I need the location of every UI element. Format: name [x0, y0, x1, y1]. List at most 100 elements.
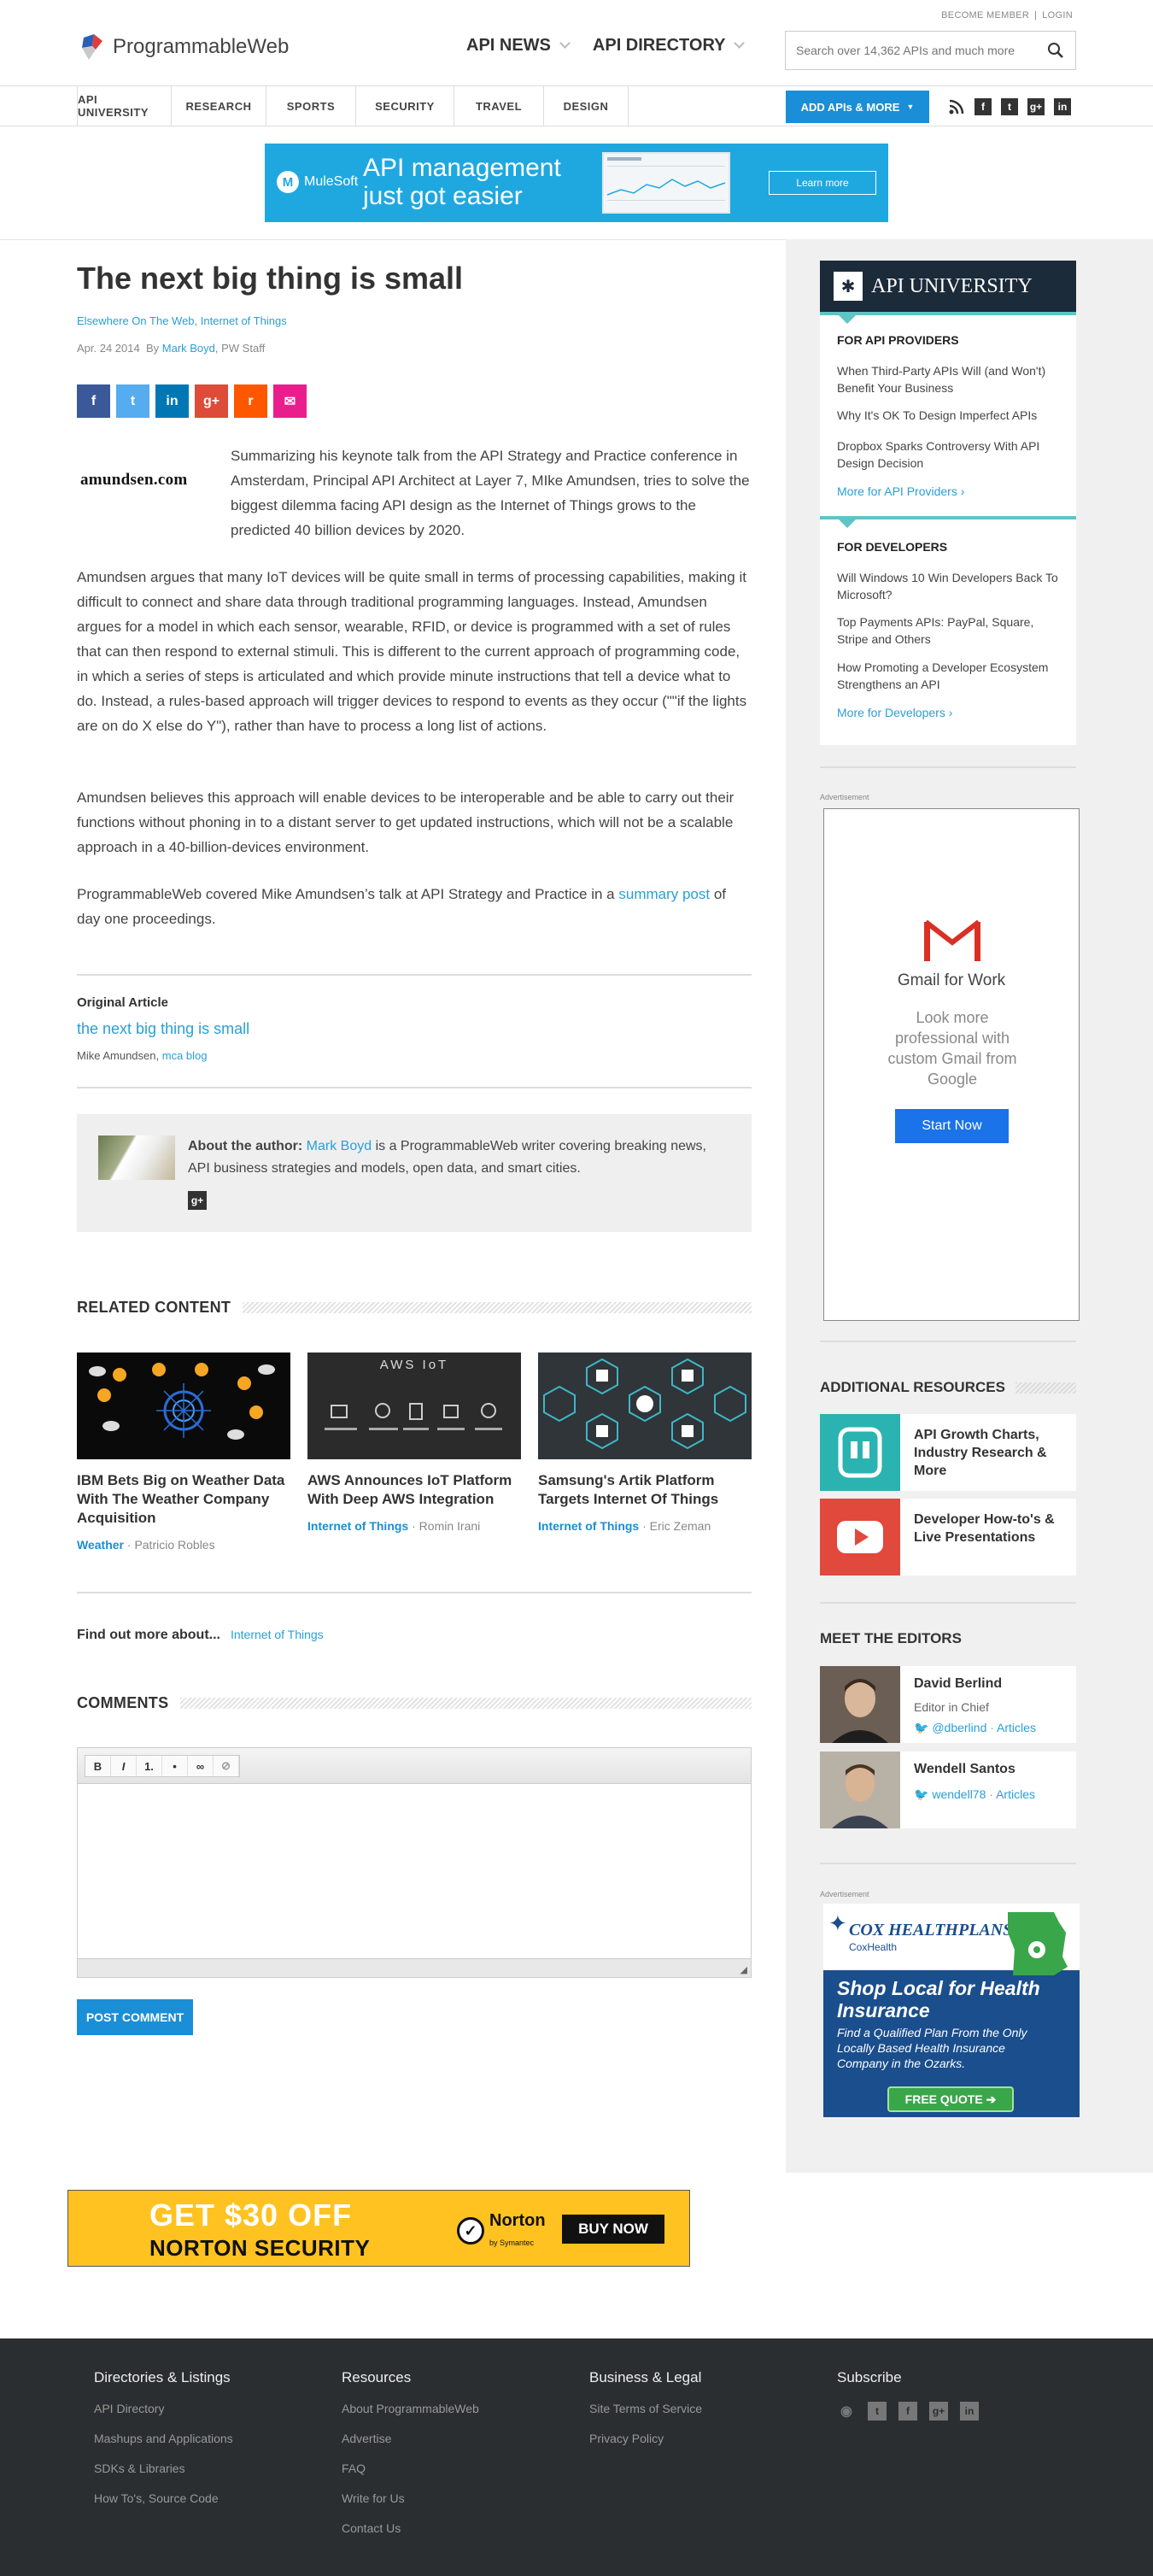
- link-button[interactable]: ∞: [188, 1756, 214, 1776]
- provider-article-link[interactable]: Dropbox Sparks Controversy With API Desi…: [837, 437, 1068, 472]
- related-category[interactable]: Internet of Things: [307, 1519, 408, 1533]
- provider-article-link[interactable]: When Third-Party APIs Will (and Won't) B…: [837, 362, 1068, 396]
- summary-post-link[interactable]: summary post: [618, 886, 710, 902]
- nav-api-news[interactable]: API NEWS: [466, 36, 571, 56]
- category-links[interactable]: Elsewhere On The Web, Internet of Things: [77, 314, 287, 327]
- footer-link[interactable]: Advertise: [342, 2432, 479, 2445]
- footer-link[interactable]: Write for Us: [342, 2491, 479, 2505]
- editor-twitter-link[interactable]: @dberlind: [932, 1721, 986, 1734]
- twitter-icon[interactable]: t: [1001, 98, 1018, 115]
- footer-link[interactable]: Mashups and Applications: [94, 2432, 233, 2445]
- search-input[interactable]: [786, 44, 1033, 57]
- footer-link[interactable]: About ProgrammableWeb: [342, 2402, 479, 2415]
- subnav-design[interactable]: DESIGN: [543, 86, 629, 126]
- subnav-research[interactable]: RESEARCH: [171, 86, 266, 126]
- rss-icon[interactable]: ◉: [837, 2402, 856, 2421]
- facebook-icon[interactable]: f: [898, 2402, 917, 2421]
- twitter-icon[interactable]: t: [868, 2402, 887, 2421]
- related-card[interactable]: IBM Bets Big on Weather Data With The We…: [77, 1353, 290, 1552]
- linkedin-icon[interactable]: in: [960, 2402, 979, 2421]
- norton-product: NORTON SECURITY: [149, 2235, 371, 2261]
- buy-now-button[interactable]: BUY NOW: [562, 2215, 664, 2244]
- post-comment-button[interactable]: POST COMMENT: [77, 1999, 193, 2035]
- developer-article-link[interactable]: Top Payments APIs: PayPal, Square, Strip…: [837, 613, 1068, 648]
- original-article-link[interactable]: the next big thing is small: [77, 1020, 249, 1038]
- subnav-security[interactable]: SECURITY: [355, 86, 454, 126]
- login-link[interactable]: LOGIN: [1042, 10, 1073, 21]
- italic-button[interactable]: I: [111, 1756, 137, 1776]
- become-member-link[interactable]: BECOME MEMBER: [941, 10, 1029, 21]
- footer-link[interactable]: How To's, Source Code: [94, 2491, 233, 2505]
- footer-link[interactable]: Privacy Policy: [589, 2432, 702, 2445]
- learn-more-button[interactable]: Learn more: [769, 171, 876, 195]
- resource-growth-charts[interactable]: API Growth Charts, Industry Research & M…: [820, 1414, 1076, 1491]
- editor-resize-bar[interactable]: ◢: [78, 1958, 751, 1977]
- related-title[interactable]: IBM Bets Big on Weather Data With The We…: [77, 1471, 290, 1528]
- about-author-link[interactable]: Mark Boyd: [307, 1139, 372, 1153]
- free-quote-button[interactable]: FREE QUOTE ➔: [887, 2086, 1014, 2112]
- google-plus-icon[interactable]: g+: [1027, 98, 1045, 115]
- related-title[interactable]: Samsung's Artik Platform Targets Interne…: [538, 1471, 752, 1509]
- banner-headline-2: just got easier: [363, 182, 523, 210]
- related-category[interactable]: Weather: [77, 1538, 124, 1552]
- bullet-list-button[interactable]: •: [162, 1756, 188, 1776]
- editor-articles-link[interactable]: Articles: [996, 1787, 1035, 1801]
- google-plus-icon[interactable]: g+: [929, 2402, 948, 2421]
- providers-heading: FOR API PROVIDERS: [837, 333, 959, 347]
- editor-twitter-link[interactable]: wendell78: [932, 1787, 986, 1801]
- share-email-icon[interactable]: ✉: [273, 384, 307, 418]
- resource-presentations[interactable]: Developer How-to's & Live Presentations: [820, 1499, 1076, 1576]
- nav-api-directory[interactable]: API DIRECTORY: [593, 36, 746, 56]
- footer-link[interactable]: FAQ: [342, 2462, 479, 2475]
- comment-textarea[interactable]: [78, 1785, 751, 1959]
- article-categories[interactable]: Elsewhere On The Web, Internet of Things: [77, 314, 287, 327]
- bold-button[interactable]: B: [85, 1756, 111, 1776]
- ordered-list-button[interactable]: 1.: [137, 1756, 162, 1776]
- resize-handle-icon[interactable]: ◢: [740, 1964, 747, 1975]
- share-google-plus-icon[interactable]: g+: [195, 384, 228, 418]
- unlink-button[interactable]: ⊘: [214, 1756, 239, 1776]
- subnav-api-university[interactable]: API UNIVERSITY: [77, 86, 171, 126]
- linkedin-icon[interactable]: in: [1054, 98, 1071, 115]
- facebook-icon[interactable]: f: [974, 98, 992, 115]
- api-university-header[interactable]: ✱ API UNIVERSITY: [820, 261, 1076, 315]
- nav-api-news-label: API NEWS: [466, 36, 551, 55]
- find-out-more-link[interactable]: Internet of Things: [231, 1628, 324, 1641]
- footer-link[interactable]: Contact Us: [342, 2521, 479, 2535]
- cox-healthplans-ad[interactable]: ✦ COX HEALTHPLANS CoxHealth Shop Local f…: [823, 1904, 1080, 2117]
- footer-link[interactable]: Site Terms of Service: [589, 2402, 702, 2415]
- gmail-ad[interactable]: Gmail for Work Look more professional wi…: [823, 808, 1080, 1321]
- search-icon[interactable]: [1047, 42, 1064, 59]
- editor-articles-link[interactable]: Articles: [997, 1721, 1036, 1734]
- author-link[interactable]: Mark Boyd: [162, 342, 215, 355]
- related-title[interactable]: AWS Announces IoT Platform With Deep AWS…: [307, 1471, 521, 1509]
- rss-icon[interactable]: [948, 98, 965, 120]
- developer-article-link[interactable]: Will Windows 10 Win Developers Back To M…: [837, 569, 1068, 603]
- editor-name[interactable]: Wendell Santos: [914, 1762, 1015, 1777]
- mulesoft-banner-ad[interactable]: M MuleSoft API management just got easier …: [265, 144, 888, 222]
- heading-stripe: [1015, 1382, 1076, 1394]
- footer-link[interactable]: SDKs & Libraries: [94, 2462, 233, 2475]
- share-linkedin-icon[interactable]: in: [155, 384, 189, 418]
- related-card[interactable]: Samsung's Artik Platform Targets Interne…: [538, 1353, 752, 1552]
- developer-article-link[interactable]: How Promoting a Developer Ecosystem Stre…: [837, 659, 1068, 693]
- footer-link[interactable]: API Directory: [94, 2402, 233, 2415]
- related-card[interactable]: AWS IoT AWS Announces IoT Platform With …: [307, 1353, 521, 1552]
- norton-ad[interactable]: GET $30 OFF NORTON SECURITY ✓ Norton by Sy…: [67, 2190, 690, 2267]
- site-logo[interactable]: ProgrammableWeb: [77, 32, 289, 62]
- subnav-sports[interactable]: SPORTS: [266, 86, 355, 126]
- mca-blog-link[interactable]: mca blog: [162, 1049, 208, 1062]
- editor-name[interactable]: David Berlind: [914, 1676, 1002, 1692]
- add-apis-button[interactable]: ADD APIs & MORE ▼: [786, 91, 929, 123]
- more-developers-link[interactable]: More for Developers ›: [837, 706, 952, 719]
- share-reddit-icon[interactable]: r: [234, 384, 267, 418]
- subnav-travel[interactable]: TRAVEL: [454, 86, 543, 126]
- start-now-button[interactable]: Start Now: [895, 1109, 1009, 1143]
- provider-article-link[interactable]: Why It's OK To Design Imperfect APIs: [837, 407, 1068, 424]
- more-providers-link[interactable]: More for API Providers ›: [837, 484, 964, 498]
- share-facebook-icon[interactable]: f: [77, 384, 110, 418]
- author-google-plus-icon[interactable]: g+: [188, 1191, 207, 1210]
- share-twitter-icon[interactable]: t: [116, 384, 149, 418]
- related-author: Romin Irani: [418, 1519, 481, 1533]
- related-category[interactable]: Internet of Things: [538, 1519, 639, 1533]
